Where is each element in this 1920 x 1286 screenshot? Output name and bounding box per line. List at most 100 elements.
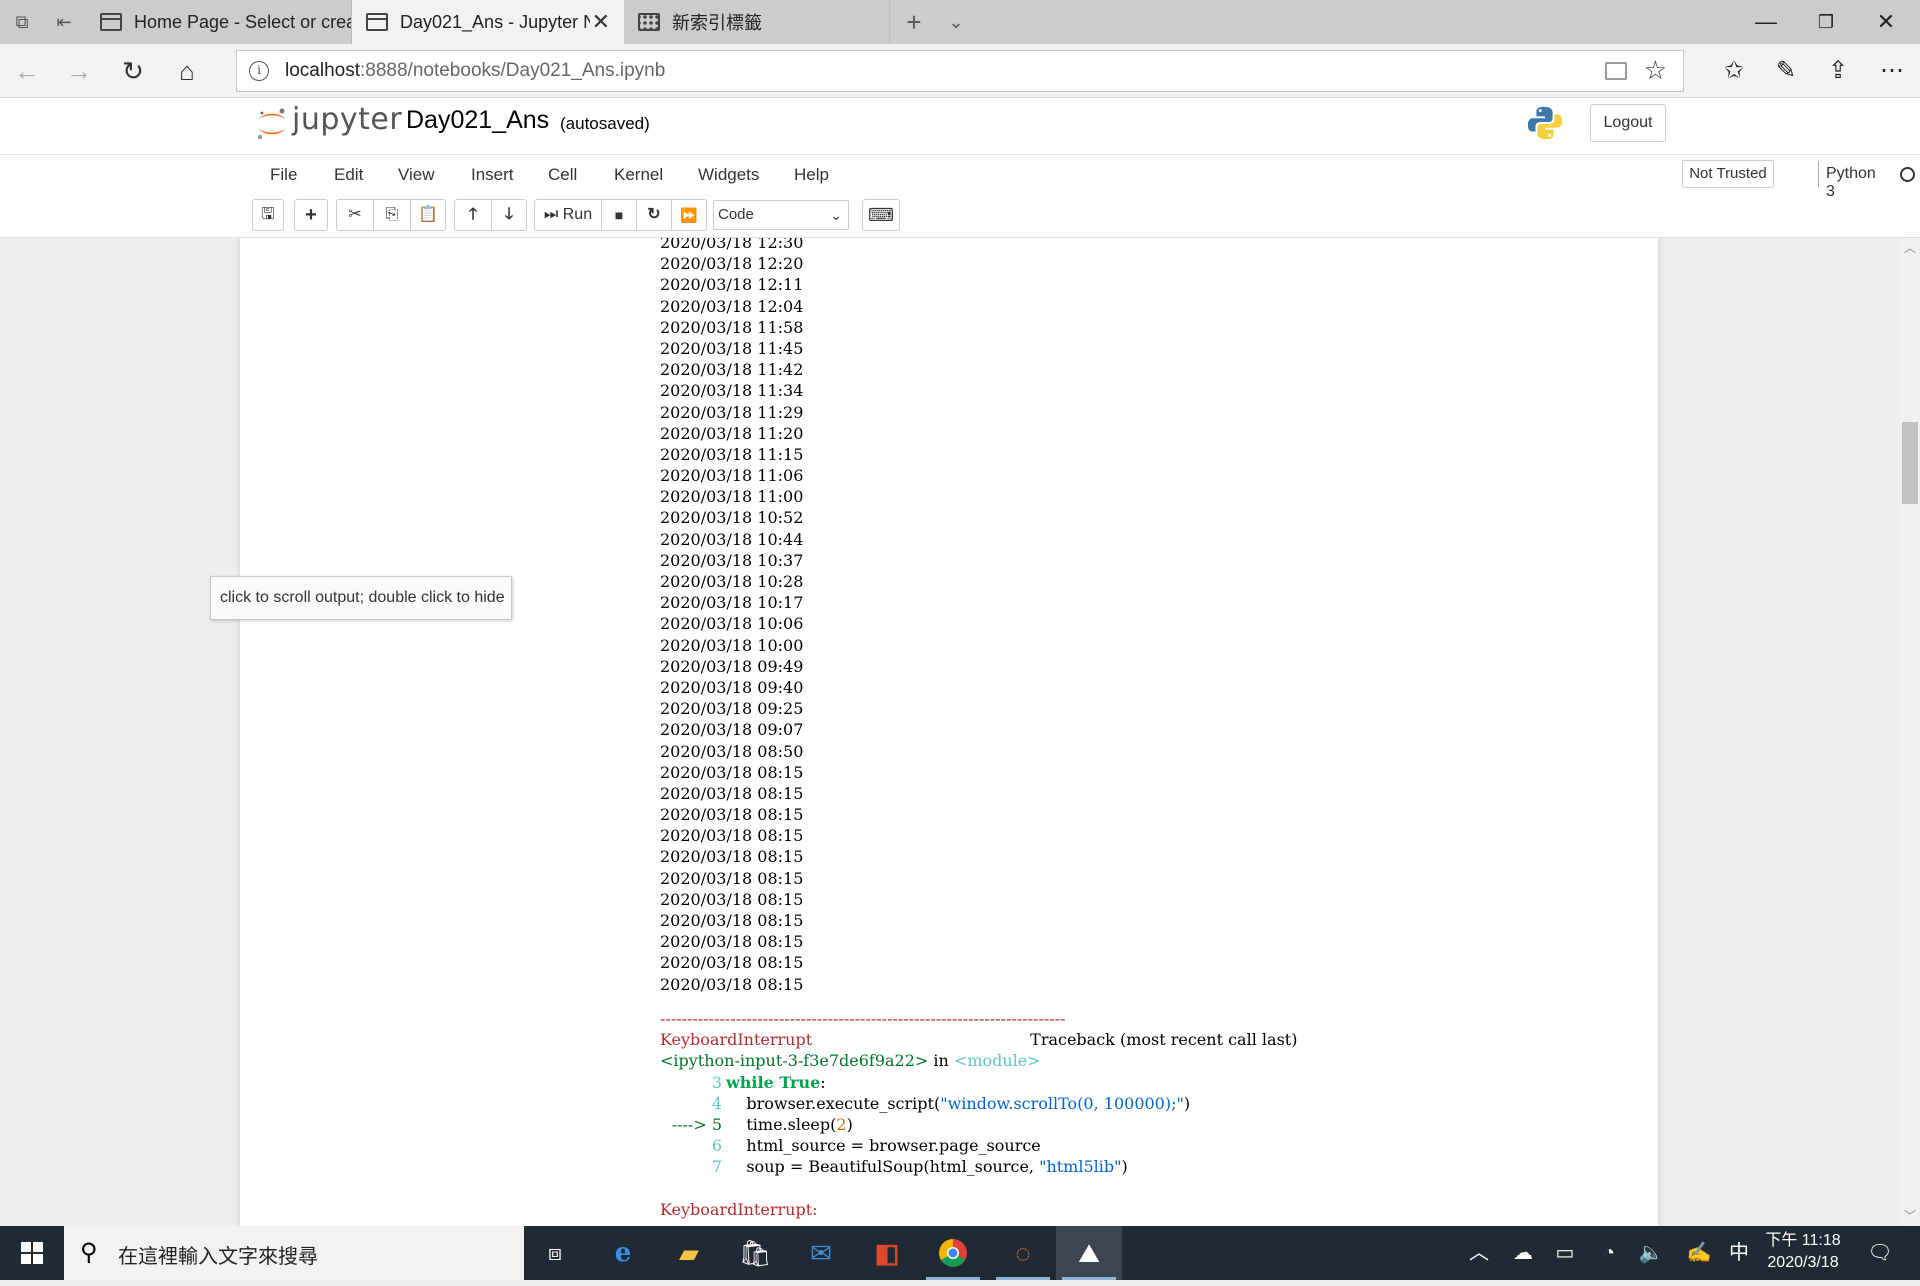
home-icon[interactable]: ⌂ [172,56,202,86]
reading-view-icon[interactable] [1605,62,1627,80]
system-clock[interactable]: 下午 11:18 2020/3/18 [1758,1230,1848,1274]
tab-day021-ans[interactable]: Day021_Ans - Jupyter N ✕ [352,0,624,44]
menu-kernel[interactable]: Kernel [614,165,663,185]
file-explorer-icon[interactable]: ▰ [656,1226,722,1280]
show-hidden-icons-icon[interactable]: ︿ [1464,1226,1494,1280]
pen-workspace-icon[interactable]: ✍ [1682,1226,1716,1280]
menu-widgets[interactable]: Widgets [698,165,759,185]
ime-indicator[interactable]: 中 [1724,1226,1754,1280]
move-down-icon[interactable]: 🡓 [491,199,527,231]
add-notes-icon[interactable]: ✎ [1768,54,1804,88]
menu-insert[interactable]: Insert [471,165,514,185]
output-line: 2020/03/18 10:44 [660,529,804,549]
output-line: 2020/03/18 08:15 [660,783,804,803]
output-line: 2020/03/18 11:06 [660,466,804,486]
vertical-scrollbar[interactable]: ︿ ﹀ [1900,238,1920,1226]
output-line: 2020/03/18 12:11 [660,275,804,295]
restore-icon[interactable]: ❐ [1796,0,1856,44]
output-line: 2020/03/18 08:15 [660,826,804,846]
menu-file[interactable]: File [270,165,297,185]
new-tab-plus-icon[interactable]: + [902,9,926,35]
insert-cell-plus-icon[interactable]: + [294,199,328,231]
battery-icon[interactable]: ▭ [1548,1226,1582,1280]
output-line: 2020/03/18 08:50 [660,741,804,761]
output-line: 2020/03/18 09:07 [660,720,804,740]
menu-help[interactable]: Help [794,165,829,185]
cell-type-value: Code [718,206,754,223]
mail-icon[interactable]: ✉ [788,1226,854,1280]
set-tabs-aside-icon[interactable]: ⇤ [52,10,76,34]
jupyter-wordmark[interactable]: jupyter [292,102,402,137]
volume-icon[interactable]: 🔈 [1634,1226,1668,1280]
menu-cell[interactable]: Cell [548,165,577,185]
interrupt-stop-icon[interactable]: ■ [601,199,637,231]
tab-preview-chevron-icon[interactable]: ⌄ [944,10,968,34]
traceback-separator: ----------------------------------------… [660,1009,1066,1028]
tab-sets-icon[interactable]: ⧉ [10,10,34,34]
not-trusted-badge[interactable]: Not Trusted [1682,160,1774,188]
output-line: 2020/03/18 09:25 [660,699,804,719]
chevron-down-icon: ⌄ [830,207,842,223]
scroll-down-icon[interactable]: ﹀ [1900,1208,1920,1224]
save-icon[interactable]: 🖫 [252,199,284,231]
run-button[interactable]: ⏭ Run [534,199,602,231]
menu-view[interactable]: View [398,165,435,185]
minimize-icon[interactable]: — [1736,0,1796,44]
move-up-icon[interactable]: 🡑 [454,199,492,231]
command-palette-keyboard-icon[interactable]: ⌨ [862,199,900,231]
close-tab-icon[interactable]: ✕ [592,9,610,35]
scrollbar-thumb[interactable] [1902,422,1918,504]
refresh-icon[interactable]: ↻ [118,56,148,86]
office-icon[interactable]: ◧ [854,1226,920,1280]
restart-run-all-icon[interactable]: ⏩ [671,199,707,231]
notifications-icon[interactable]: 🗨 [1860,1226,1900,1280]
window-close-icon[interactable]: ✕ [1856,0,1916,44]
jupyter-app-icon[interactable]: ◌ [990,1226,1056,1280]
share-icon[interactable]: ⇪ [1820,54,1856,88]
task-view-icon[interactable]: ⧈ [522,1226,588,1280]
back-icon[interactable]: ← [12,56,42,86]
more-menu-icon[interactable]: ⋯ [1874,54,1910,88]
notebook-area: 2020/03/18 12:30 2020/03/18 12:20 2020/03/… [0,238,1900,1226]
output-line: 2020/03/18 11:34 [660,381,804,401]
wifi-icon[interactable]: ◔ [1592,1226,1626,1280]
traceback-code-line: 3 while True: [711,1072,826,1092]
favorites-list-icon[interactable]: ✩ [1716,54,1752,88]
traceback-code-line: 6 html_source = browser.page_source [711,1136,1041,1156]
scroll-up-icon[interactable]: ︿ [1900,240,1920,256]
in-word: in [928,1051,954,1071]
windows-taskbar: ⚲ 在這裡輸入文字來搜尋 ⧈ e ▰ 🛍 ✉ ◧ ◌ ⛰ ︿ ☁ ▭ ◔ 🔈 ✍… [0,1226,1920,1280]
cut-icon[interactable]: ✂ [336,199,374,231]
edge-browser-icon[interactable]: e [590,1226,656,1280]
output-line: 2020/03/18 08:15 [660,762,804,782]
page-icon [366,13,388,31]
cell-output[interactable]: 2020/03/18 12:30 2020/03/18 12:20 2020/03/… [660,238,803,995]
favorite-star-icon[interactable]: ☆ [1644,55,1667,86]
photos-app-icon[interactable]: ⛰ [1056,1226,1122,1280]
microsoft-store-icon[interactable]: 🛍 [722,1226,788,1280]
tab-new-tab[interactable]: 新索引標籤 [624,0,890,44]
forward-icon[interactable]: → [64,56,94,86]
copy-icon[interactable]: ⎘ [373,199,411,231]
save-status: (autosaved) [560,114,650,133]
windows-start-icon[interactable] [0,1226,64,1280]
tab-home-page[interactable]: Home Page - Select or creat [86,0,352,44]
url-text[interactable]: localhost:8888/notebooks/Day021_Ans.ipyn… [285,60,665,82]
cell-type-select[interactable]: Code ⌄ [713,200,849,230]
chrome-icon[interactable] [920,1226,986,1280]
output-line: 2020/03/18 09:40 [660,677,804,697]
jupyter-logo-icon[interactable] [252,104,292,144]
output-line: 2020/03/18 08:15 [660,868,804,888]
onedrive-cloud-icon[interactable]: ☁ [1506,1226,1540,1280]
notebook-name[interactable]: Day021_Ans [406,106,549,135]
output-line: 2020/03/18 08:15 [660,974,804,994]
address-bar[interactable]: i localhost:8888/notebooks/Day021_Ans.ip… [236,50,1684,92]
menu-edit[interactable]: Edit [334,165,363,185]
output-line: 2020/03/18 11:29 [660,402,804,422]
site-info-icon[interactable]: i [249,61,269,81]
taskbar-search-box[interactable]: ⚲ 在這裡輸入文字來搜尋 [64,1226,524,1280]
logout-button[interactable]: Logout [1590,104,1666,142]
paste-icon[interactable]: 📋 [410,199,446,231]
jupyter-header: jupyter Day021_Ans (autosaved) Logout [0,98,1920,154]
restart-kernel-icon[interactable]: ↻ [636,199,672,231]
